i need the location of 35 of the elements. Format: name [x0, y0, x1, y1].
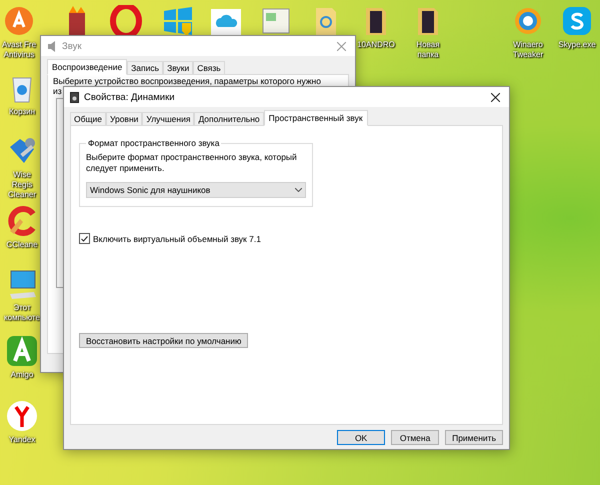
tab[interactable]: Дополнительно — [194, 112, 264, 126]
y-logo-icon — [6, 400, 38, 432]
swirl-icon — [512, 5, 544, 37]
close-icon — [490, 92, 500, 102]
a-logo-icon — [3, 5, 35, 37]
tab[interactable]: Связь — [193, 61, 225, 75]
tab[interactable]: Общие — [70, 112, 106, 126]
checkbox-label[interactable]: Включить виртуальный объемный звук 7.1 — [93, 234, 261, 244]
speaker-icon — [47, 40, 57, 52]
windows-shield-icon — [162, 5, 194, 37]
tab[interactable]: Улучшения — [142, 112, 194, 126]
tab[interactable]: Запись — [127, 61, 164, 75]
checkbox[interactable] — [79, 233, 90, 244]
c-broom-icon — [6, 205, 38, 237]
dialog-button[interactable]: OK — [337, 430, 386, 445]
instruction-text: Выберите устройство воспроизведения, параметры которого нужно — [53, 76, 321, 86]
group-title: Формат пространственного звука — [87, 138, 220, 148]
window-title: Звук — [62, 40, 82, 52]
chevron-down-icon — [295, 188, 302, 192]
group-description: Выберите формат пространственного звука, который следует применить. — [86, 152, 298, 174]
s-logo-icon — [561, 5, 593, 37]
instruction-text: из — [53, 86, 62, 96]
speaker-icon — [70, 92, 79, 102]
tab[interactable]: Звуки — [163, 61, 194, 75]
active-tab[interactable]: Пространственный звук — [264, 110, 368, 126]
dialog-button[interactable]: Отмена — [391, 430, 440, 445]
a-logo-icon — [6, 335, 38, 367]
restore-defaults-button[interactable]: Восстановить настройки по умолчанию — [79, 333, 248, 348]
dialog-button[interactable]: Применить — [445, 430, 503, 445]
active-tab[interactable]: Воспроизведение — [47, 59, 128, 75]
close-icon — [336, 42, 346, 50]
format-dropdown[interactable]: Windows Sonic для наушников — [86, 182, 306, 198]
window-title: Свойства: Динамики — [84, 92, 176, 102]
ring-logo-icon — [110, 5, 142, 37]
tab[interactable]: Уровни — [106, 112, 142, 126]
